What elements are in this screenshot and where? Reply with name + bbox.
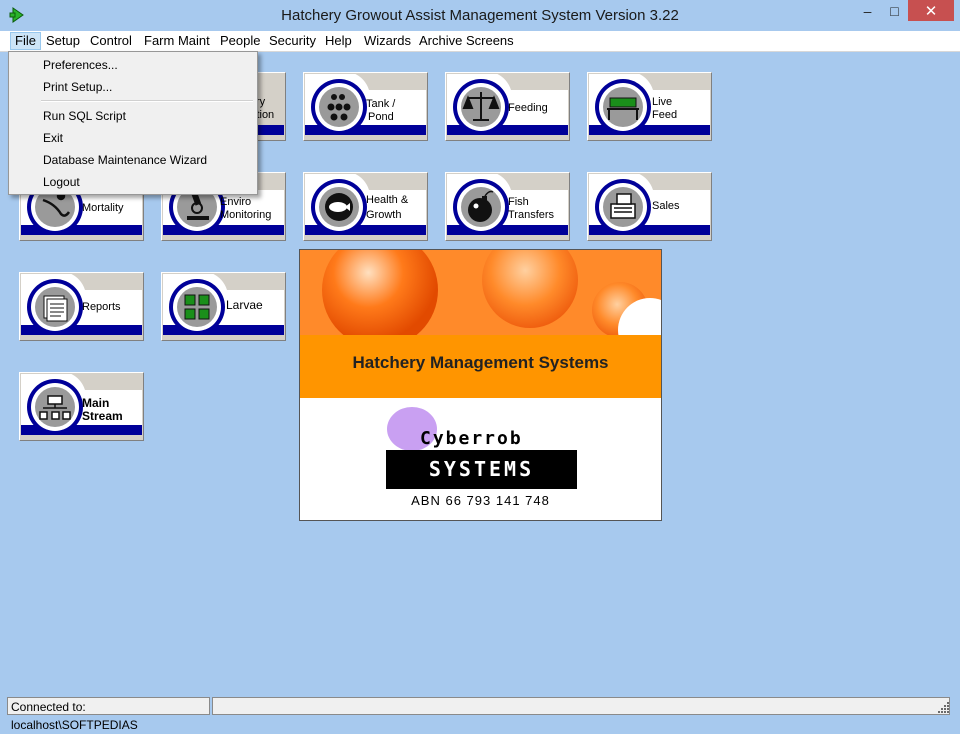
reports-icon (43, 295, 68, 322)
systems-banner: SYSTEMS (386, 450, 577, 489)
menu-item-exit[interactable]: Exit (43, 131, 63, 145)
tile-label: Growth (366, 209, 402, 221)
minimize-button[interactable]: – (854, 0, 881, 21)
splash-heading: Hatchery Management Systems (352, 353, 609, 372)
resize-grip-icon[interactable] (936, 700, 950, 714)
menu-item-logout[interactable]: Logout (43, 175, 80, 189)
tile-main-stream[interactable]: Main Stream (19, 372, 144, 441)
file-menu-dropdown: Preferences... Print Setup... Run SQL Sc… (8, 51, 258, 195)
tile-label: Reports (82, 301, 121, 313)
menu-item-preferences[interactable]: Preferences... (43, 58, 118, 72)
close-button[interactable]: ✕ (908, 0, 954, 21)
menu-security[interactable]: Security (265, 33, 320, 49)
status-bar: Connected to: localhost\SOFTPEDIAS (0, 694, 960, 732)
title-bar[interactable]: Hatchery Growout Assist Management Syste… (0, 0, 960, 31)
tile-live-feed[interactable]: Live Feed (587, 72, 712, 141)
menu-farm-maint[interactable]: Farm Maint (140, 33, 214, 49)
abn-number: ABN 66 793 141 748 (411, 493, 550, 508)
menu-help[interactable]: Help (321, 33, 356, 49)
menu-people[interactable]: People (216, 33, 264, 49)
tile-health-growth[interactable]: Health & Growth (303, 172, 428, 241)
menu-bar: File Setup Control Farm Maint People Sec… (0, 31, 960, 52)
tile-label: Fish (508, 196, 529, 208)
tile-larvae[interactable]: Larvae (161, 272, 286, 341)
menu-file[interactable]: File (10, 32, 41, 50)
tile-label: Transfers (508, 209, 555, 221)
splash-panel: Hatchery Management Systems Cyberrob SYS… (299, 249, 662, 521)
connection-status: Connected to: localhost\SOFTPEDIAS (7, 697, 210, 732)
tile-label: Larvae (226, 298, 263, 312)
tile-label: Enviro (220, 196, 252, 208)
tile-label: Monitoring (220, 209, 272, 221)
maximize-button[interactable]: □ (881, 0, 908, 21)
tile-label: Feeding (508, 102, 548, 114)
tile-feeding[interactable]: Feeding (445, 72, 570, 141)
menu-wizards[interactable]: Wizards (360, 33, 415, 49)
close-icon: ✕ (924, 2, 938, 20)
tile-fish-transfers[interactable]: Fish Transfers (445, 172, 570, 241)
menu-control[interactable]: Control (86, 33, 136, 49)
maximize-icon: □ (890, 2, 899, 19)
minimize-icon: – (863, 2, 872, 19)
menu-setup[interactable]: Setup (42, 33, 84, 49)
tile-label: Tank / (366, 98, 396, 110)
tile-reports[interactable]: Reports (19, 272, 144, 341)
tile-label: Health & (366, 194, 409, 206)
menu-item-print-setup[interactable]: Print Setup... (43, 80, 112, 94)
tile-label: Live (652, 96, 673, 108)
tile-label: Feed (652, 109, 678, 121)
menu-archive-screens[interactable]: Archive Screens (415, 33, 518, 49)
tile-sales[interactable]: Sales (587, 172, 712, 241)
status-panel-empty (212, 697, 950, 715)
tile-label: Mortality (82, 202, 124, 214)
window-title: Hatchery Growout Assist Management Syste… (281, 7, 679, 24)
tile-label: Stream (82, 409, 123, 423)
menu-item-database-maintenance-wizard[interactable]: Database Maintenance Wizard (43, 153, 207, 167)
orange-bubbles-banner (300, 250, 661, 400)
company-name: Cyberrob (420, 428, 523, 449)
tile-tank-pond[interactable]: Tank / Pond (303, 72, 428, 141)
tile-label: Pond (368, 111, 394, 123)
menu-item-run-sql-script[interactable]: Run SQL Script (43, 109, 126, 123)
fish-icon (325, 193, 353, 221)
tile-label: Sales (652, 200, 680, 212)
menu-separator (41, 100, 253, 102)
